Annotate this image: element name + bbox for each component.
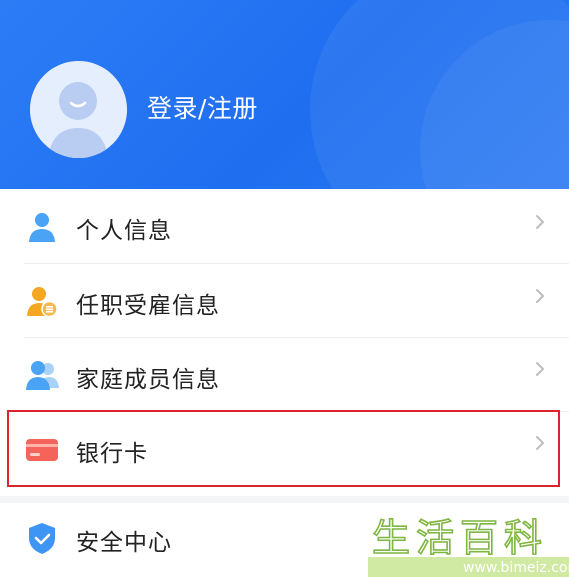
menu-item-label: 个人信息 xyxy=(76,218,172,244)
chevron-right-icon xyxy=(536,289,544,303)
menu-item-employment-info[interactable]: 任职受雇信息 xyxy=(0,264,569,338)
security-section: 安全中心 xyxy=(0,503,569,577)
menu-item-label: 任职受雇信息 xyxy=(76,293,220,319)
menu-item-label: 家庭成员信息 xyxy=(76,367,220,393)
avatar[interactable] xyxy=(30,61,127,158)
person-icon xyxy=(29,213,55,242)
family-icon xyxy=(26,361,59,390)
login-register-link[interactable]: 登录/注册 xyxy=(147,93,258,125)
profile-header: 登录/注册 xyxy=(0,0,569,189)
default-avatar-icon xyxy=(30,61,127,158)
chevron-right-icon xyxy=(536,362,544,376)
menu-item-label: 安全中心 xyxy=(76,530,172,556)
chevron-right-icon xyxy=(536,215,544,229)
menu-item-family-info[interactable]: 家庭成员信息 xyxy=(0,338,569,412)
shield-icon xyxy=(29,523,55,554)
menu-item-security-center[interactable]: 安全中心 xyxy=(0,503,569,577)
employment-icon xyxy=(27,287,58,318)
highlight-box xyxy=(7,410,560,487)
menu-item-personal-info[interactable]: 个人信息 xyxy=(0,189,569,263)
